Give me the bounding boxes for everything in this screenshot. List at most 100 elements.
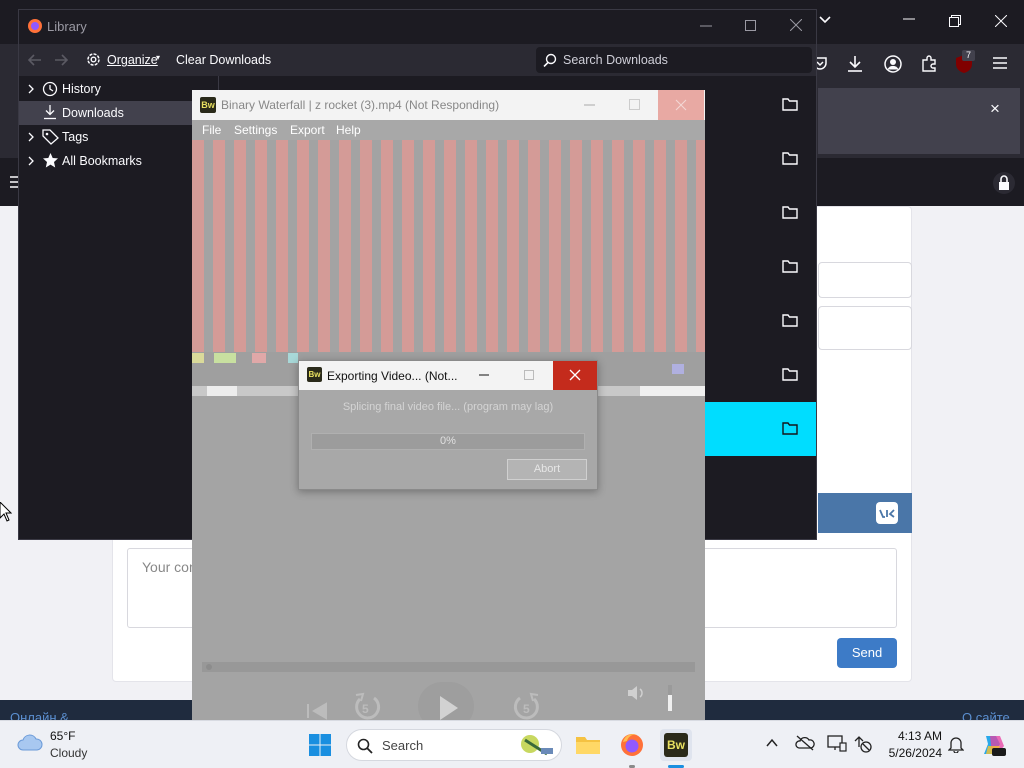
sidebar-item-label: All Bookmarks xyxy=(62,154,142,168)
sidebar-item-label: Downloads xyxy=(62,106,124,120)
firefox-logo-icon xyxy=(27,18,43,34)
library-maximize-icon[interactable] xyxy=(745,20,757,32)
search-icon xyxy=(357,738,373,754)
chevron-up-icon[interactable] xyxy=(766,738,778,748)
cloud-icon[interactable] xyxy=(16,731,44,753)
sidebar-item-tags[interactable]: Tags xyxy=(19,125,218,149)
folder-icon[interactable] xyxy=(782,259,798,273)
weather-temp[interactable]: 65°F xyxy=(50,729,75,743)
menu-settings[interactable]: Settings xyxy=(234,123,277,137)
rewind-label: 5 xyxy=(362,702,369,716)
organize-menu[interactable]: Organize xyxy=(107,53,158,67)
folder-icon[interactable] xyxy=(782,313,798,327)
menu-file[interactable]: File xyxy=(202,123,221,137)
folder-icon[interactable] xyxy=(782,151,798,165)
taskbar-search[interactable]: Search xyxy=(346,729,562,761)
firefox-close-icon[interactable] xyxy=(995,15,1007,27)
search-downloads-input[interactable]: Search Downloads xyxy=(536,47,812,73)
volume-slider[interactable] xyxy=(668,685,672,711)
vk-icon[interactable] xyxy=(876,502,898,524)
clock-time[interactable]: 4:13 AM xyxy=(880,729,942,743)
tab-list-icon[interactable] xyxy=(818,12,832,26)
weather-desc[interactable]: Cloudy xyxy=(50,746,87,760)
menu-help[interactable]: Help xyxy=(336,123,361,137)
folder-icon[interactable] xyxy=(782,97,798,111)
extensions-icon[interactable] xyxy=(920,55,938,73)
firefox-minimize-icon[interactable] xyxy=(903,13,915,25)
library-toolbar: Organize ▾ Clear Downloads Search Downlo… xyxy=(19,44,816,76)
library-title: Library xyxy=(47,19,87,34)
windows-taskbar: 65°F Cloudy Search Bw 4:13 AM 5/26/2024 xyxy=(0,720,1024,768)
page-menu-icon[interactable] xyxy=(10,176,18,188)
sidebar-item-downloads[interactable]: Downloads xyxy=(19,101,218,125)
binary-waterfall-taskbar-icon[interactable]: Bw xyxy=(660,729,692,768)
taskbar-search-placeholder: Search xyxy=(382,738,424,753)
extensions-badge: 7 xyxy=(962,50,975,61)
progress-text: 0% xyxy=(440,435,456,447)
bw-menubar: File Settings Export Help xyxy=(192,120,705,140)
onedrive-offline-icon[interactable] xyxy=(795,735,815,751)
notification-close-icon[interactable]: × xyxy=(990,99,1000,119)
bw-app-icon: Bw xyxy=(200,97,216,113)
library-minimize-icon[interactable] xyxy=(700,20,712,32)
vk-share-bar xyxy=(818,493,912,533)
seek-handle[interactable] xyxy=(206,664,212,670)
notification-panel: × xyxy=(818,88,1020,154)
bw-seek-bar[interactable] xyxy=(202,662,695,672)
folder-icon[interactable] xyxy=(782,421,798,435)
copilot-icon[interactable] xyxy=(980,732,1006,758)
display-icon[interactable] xyxy=(827,735,847,752)
dialog-title: Exporting Video... (Not... xyxy=(327,369,458,383)
start-windows-icon[interactable] xyxy=(304,729,336,761)
library-sidebar: History Downloads Tags All Bookmarks xyxy=(19,76,219,539)
notification-bell-icon[interactable] xyxy=(948,735,964,753)
clear-downloads-button[interactable]: Clear Downloads xyxy=(176,53,271,67)
bw-close-button[interactable] xyxy=(658,90,704,120)
chevron-right-icon[interactable] xyxy=(27,149,35,173)
sidebar-item-history[interactable]: History xyxy=(19,77,218,101)
waterfall-visualization xyxy=(192,140,705,352)
firefox-restore-icon[interactable] xyxy=(949,15,961,27)
menu-icon[interactable] xyxy=(992,56,1008,70)
dialog-minimize-icon[interactable] xyxy=(479,370,490,381)
dialog-message: Splicing final video file... (program ma… xyxy=(342,401,554,413)
chevron-right-icon[interactable] xyxy=(27,125,35,149)
mouse-cursor-icon xyxy=(0,502,12,522)
tag-icon xyxy=(42,129,60,145)
send-button[interactable]: Send xyxy=(837,638,897,668)
web-input-field[interactable] xyxy=(818,262,912,298)
menu-export[interactable]: Export xyxy=(290,123,325,137)
web-input-field[interactable] xyxy=(818,306,912,350)
forward-arrow-icon[interactable] xyxy=(53,52,69,68)
downloads-icon[interactable] xyxy=(847,55,863,73)
lock-icon[interactable] xyxy=(993,172,1015,194)
back-arrow-icon[interactable] xyxy=(27,52,43,68)
sidebar-item-all-bookmarks[interactable]: All Bookmarks xyxy=(19,149,218,173)
clock-date[interactable]: 5/26/2024 xyxy=(870,746,942,760)
rewind-5-icon[interactable]: 5 xyxy=(352,690,382,722)
skip-back-icon[interactable] xyxy=(304,700,328,722)
bw-title: Binary Waterfall | z rocket (3).mp4 (Not… xyxy=(221,98,500,112)
folder-icon[interactable] xyxy=(782,367,798,381)
abort-button[interactable]: Abort xyxy=(507,459,587,480)
bw-minimize-icon[interactable] xyxy=(584,99,596,111)
export-progress-bar: 0% xyxy=(311,433,585,450)
sidebar-item-label: History xyxy=(62,82,101,96)
file-explorer-icon[interactable] xyxy=(572,729,604,761)
bw-playback-controls: 5 5 xyxy=(192,680,705,730)
search-icon xyxy=(543,53,557,67)
chevron-right-icon[interactable] xyxy=(27,77,35,101)
bw-maximize-icon[interactable] xyxy=(629,99,641,111)
account-icon[interactable] xyxy=(884,55,902,73)
forward-label: 5 xyxy=(523,702,530,716)
search-downloads-placeholder: Search Downloads xyxy=(563,53,668,67)
library-close-icon[interactable] xyxy=(790,19,802,31)
search-highlight-icon xyxy=(519,732,557,758)
dialog-close-button[interactable] xyxy=(553,361,597,390)
gear-icon[interactable] xyxy=(85,51,102,68)
firefox-taskbar-icon[interactable] xyxy=(616,729,648,768)
volume-icon[interactable] xyxy=(626,684,648,702)
dialog-maximize-icon[interactable] xyxy=(524,370,535,381)
forward-5-icon[interactable]: 5 xyxy=(512,690,542,722)
folder-icon[interactable] xyxy=(782,205,798,219)
